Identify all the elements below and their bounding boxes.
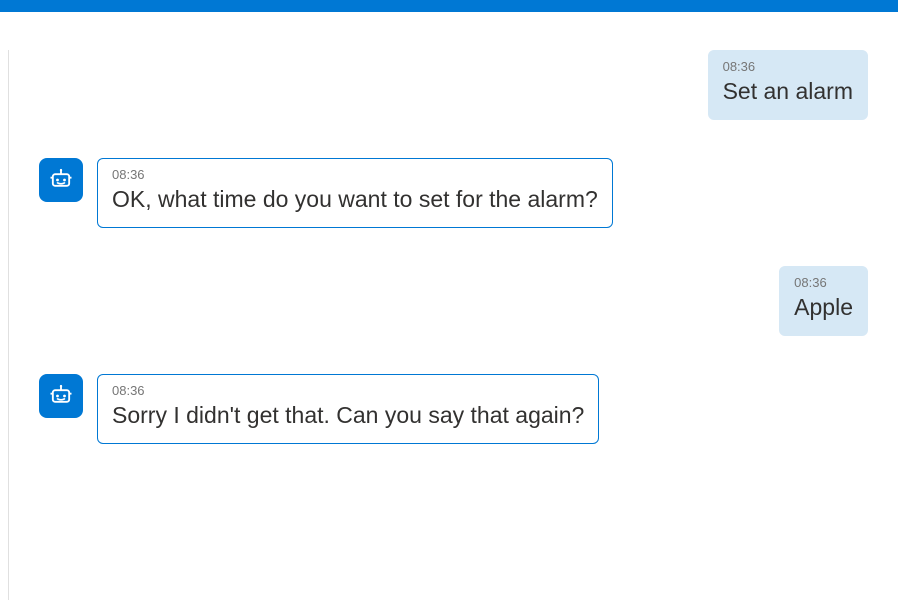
message-timestamp: 08:36 bbox=[794, 275, 853, 290]
message-timestamp: 08:36 bbox=[112, 383, 584, 398]
bot-avatar bbox=[39, 158, 83, 202]
message-text: Sorry I didn't get that. Can you say tha… bbox=[112, 400, 584, 431]
message-row-user: 08:36 Apple bbox=[39, 266, 868, 336]
bot-avatar bbox=[39, 374, 83, 418]
user-message-bubble[interactable]: 08:36 Apple bbox=[779, 266, 868, 336]
message-timestamp: 08:36 bbox=[723, 59, 853, 74]
message-text: Set an alarm bbox=[723, 76, 853, 107]
message-timestamp: 08:36 bbox=[112, 167, 598, 182]
message-text: OK, what time do you want to set for the… bbox=[112, 184, 598, 215]
bot-icon bbox=[47, 166, 75, 194]
message-row-bot: 08:36 OK, what time do you want to set f… bbox=[39, 158, 868, 228]
bot-icon bbox=[47, 382, 75, 410]
message-row-user: 08:36 Set an alarm bbox=[39, 50, 868, 120]
bot-message-bubble[interactable]: 08:36 OK, what time do you want to set f… bbox=[97, 158, 613, 228]
bot-message-bubble[interactable]: 08:36 Sorry I didn't get that. Can you s… bbox=[97, 374, 599, 444]
chat-container: 08:36 Set an alarm 08:36 OK, what time d… bbox=[8, 50, 898, 600]
message-row-bot: 08:36 Sorry I didn't get that. Can you s… bbox=[39, 374, 868, 444]
user-message-bubble[interactable]: 08:36 Set an alarm bbox=[708, 50, 868, 120]
header-bar bbox=[0, 0, 898, 12]
message-text: Apple bbox=[794, 292, 853, 323]
